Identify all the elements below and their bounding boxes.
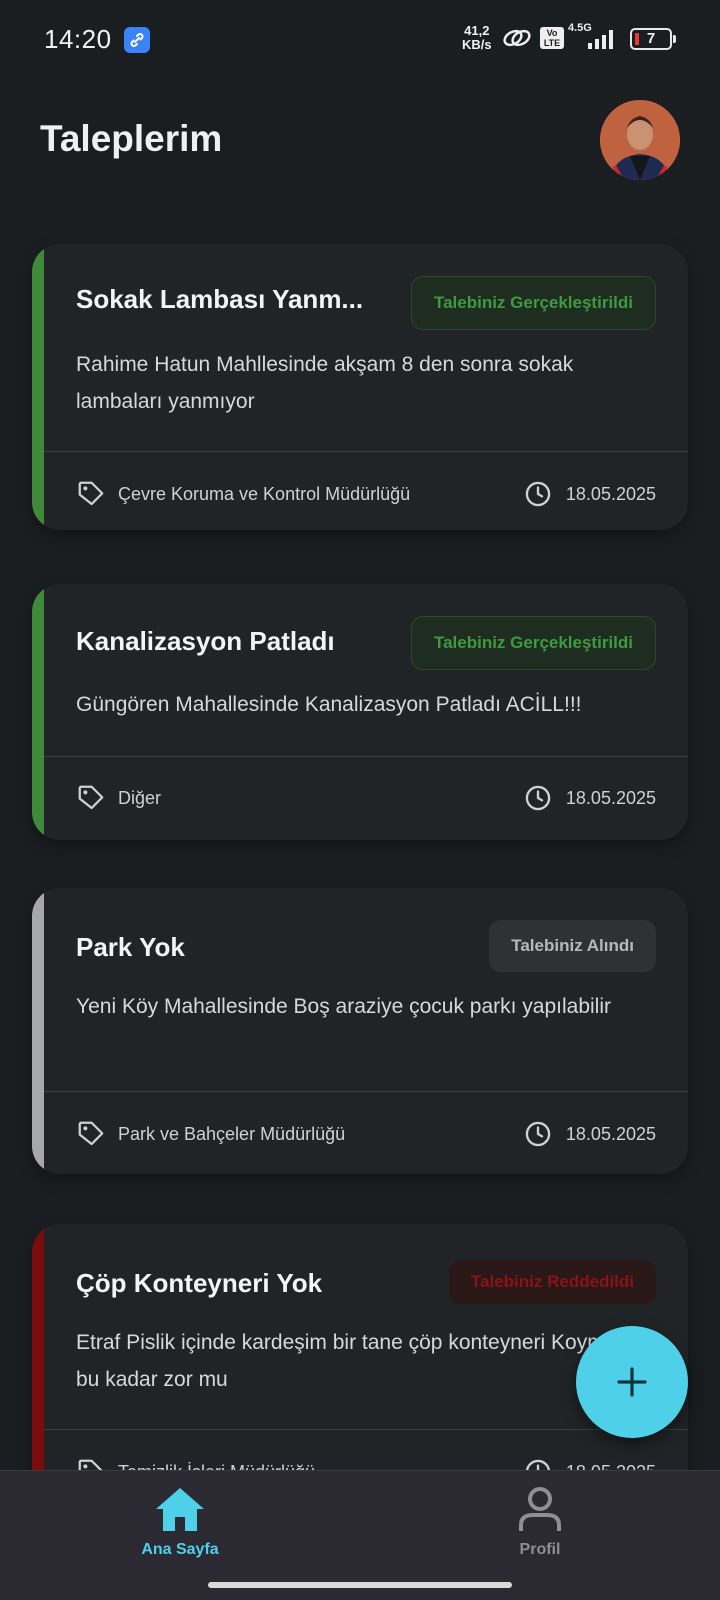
request-date: 18.05.2025: [565, 483, 656, 504]
nav-home-label: Ana Sayfa: [141, 1541, 219, 1558]
status-badge: Talebiniz Gerçekleştirildi: [410, 616, 656, 670]
request-description: Yeni Köy Mahallesinde Boş araziye çocuk …: [76, 995, 612, 1018]
request-title: Çöp Konteyneri Yok: [76, 1268, 323, 1298]
link-app-icon: [124, 27, 150, 53]
request-category: Park ve Bahçeler Müdürlüğü: [118, 1123, 346, 1144]
request-card[interactable]: Park Yok Talebiniz Alındı Yeni Köy Mahal…: [32, 888, 688, 1174]
request-date: 18.05.2025: [565, 1123, 656, 1144]
card-divider: [44, 1429, 688, 1430]
network-speed-unit: KB/s: [462, 37, 492, 52]
request-title: Kanalizasyon Patladı: [76, 626, 335, 656]
request-meta: Çevre Koruma ve Kontrol Müdürlüğü 18.05.…: [76, 477, 656, 511]
nav-profile[interactable]: Profil: [460, 1485, 620, 1559]
avatar[interactable]: [600, 100, 680, 180]
status-time: 14:20: [44, 24, 112, 54]
page-title: Taleplerim: [40, 118, 223, 159]
request-date: 18.05.2025: [565, 787, 656, 808]
tag-icon: [76, 479, 106, 509]
add-request-button[interactable]: [576, 1326, 688, 1438]
battery-level: 7: [646, 30, 656, 47]
request-description: Güngören Mahallesinde Kanalizasyon Patla…: [76, 693, 582, 716]
tag-icon: [76, 1119, 106, 1149]
clock-icon: [524, 1120, 552, 1148]
clock-icon: [524, 480, 552, 508]
request-card[interactable]: Sokak Lambası Yanm... Talebiniz Gerçekle…: [32, 244, 688, 530]
status-accent-bar: [32, 584, 44, 840]
status-badge: Talebiniz Gerçekleştirildi: [410, 276, 656, 330]
request-meta: Park ve Bahçeler Müdürlüğü 18.05.2025: [76, 1117, 656, 1151]
battery-icon: 7: [630, 28, 676, 50]
plus-icon: [615, 1365, 649, 1399]
card-divider: [44, 756, 688, 757]
card-divider: [44, 451, 688, 452]
hotspot-link-icon: [502, 24, 532, 57]
card-divider: [44, 1091, 688, 1092]
status-accent-bar: [32, 1224, 44, 1510]
home-icon: [153, 1485, 207, 1533]
nav-home[interactable]: Ana Sayfa: [100, 1485, 260, 1559]
request-meta: Diğer 18.05.2025: [76, 781, 656, 815]
home-indicator: [208, 1582, 512, 1588]
nav-profile-label: Profil: [519, 1541, 561, 1558]
status-badge: Talebiniz Reddedildi: [448, 1260, 656, 1304]
status-bar: 14:20 41,2 KB/s Vo LTE 4.5G 7: [0, 0, 720, 78]
status-accent-bar: [32, 888, 44, 1174]
status-accent-bar: [32, 244, 44, 530]
request-category: Diğer: [118, 787, 162, 808]
clock-icon: [524, 784, 552, 812]
request-category: Çevre Koruma ve Kontrol Müdürlüğü: [118, 483, 411, 504]
request-card[interactable]: Kanalizasyon Patladı Talebiniz Gerçekleş…: [32, 584, 688, 840]
network-speed: 41,2 KB/s: [462, 24, 492, 52]
person-icon: [515, 1485, 565, 1533]
signal-icon: [586, 26, 620, 55]
request-description: Rahime Hatun Mahllesinde akşam 8 den son…: [76, 353, 574, 413]
status-badge: Talebiniz Alındı: [489, 920, 656, 972]
bottom-navigation: Ana Sayfa Profil: [0, 1470, 720, 1600]
request-title: Sokak Lambası Yanm...: [76, 284, 364, 314]
network-speed-value: 41,2: [464, 23, 490, 38]
request-description: Etraf Pislik içinde kardeşim bir tane çö…: [76, 1331, 627, 1391]
tag-icon: [76, 783, 106, 813]
request-title: Park Yok: [76, 932, 185, 962]
volte-icon: Vo LTE: [540, 27, 564, 49]
